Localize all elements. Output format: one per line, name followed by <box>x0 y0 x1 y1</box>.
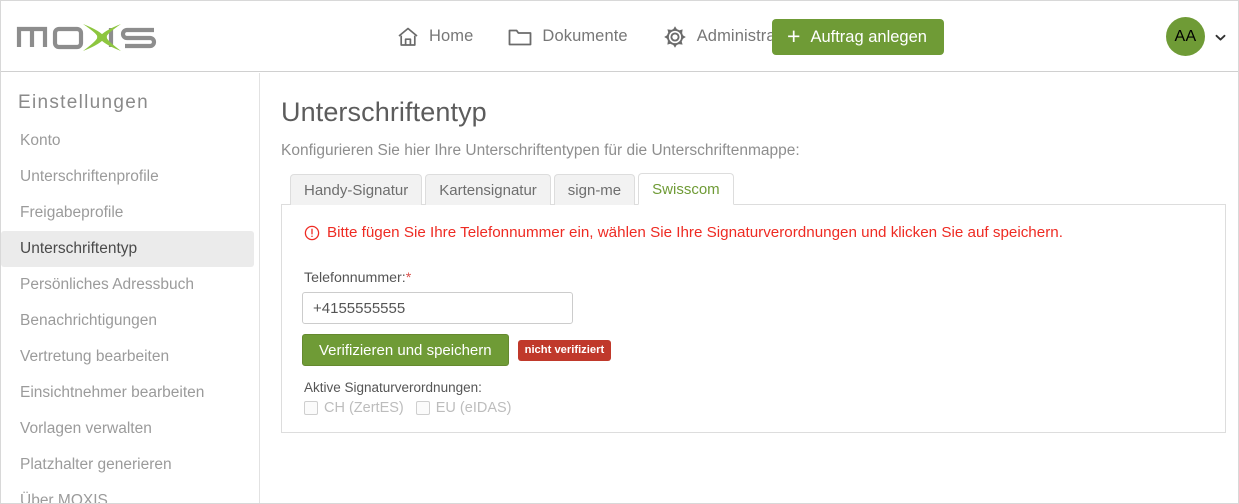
sidebar-item-freigabeprofile[interactable]: Freigabeprofile <box>1 195 259 231</box>
sidebar-item-vorlagen[interactable]: Vorlagen verwalten <box>1 411 259 447</box>
alert-text: Bitte fügen Sie Ihre Telefonnummer ein, … <box>327 224 1063 241</box>
checkbox-label-eu: EU (eIDAS) <box>435 400 512 416</box>
folder-icon <box>507 25 533 49</box>
tab-kartensignatur[interactable]: Kartensignatur <box>425 174 551 205</box>
sidebar-item-vertretung[interactable]: Vertretung bearbeiten <box>1 339 259 375</box>
moxis-logo-mark <box>16 24 157 51</box>
gear-icon <box>662 24 688 50</box>
sidebar-item-ueber-moxis[interactable]: Über MOXIS <box>1 483 259 503</box>
checkbox-box-eu[interactable] <box>415 401 430 415</box>
chevron-down-icon[interactable] <box>1214 31 1226 43</box>
tab-handy-signatur[interactable]: Handy-Signatur <box>290 174 423 205</box>
sidebar-title: Einstellungen <box>18 92 149 113</box>
sidebar-item-unterschriftenprofile[interactable]: Unterschriftenprofile <box>1 159 259 195</box>
settings-sidebar: Einstellungen Konto Unterschriftenprofil… <box>1 73 260 503</box>
phone-label-text: Telefonnummer: <box>304 270 406 286</box>
exclamation-circle-icon <box>304 225 320 241</box>
sidebar-item-unterschriftentyp[interactable]: Unterschriftentyp <box>1 231 254 267</box>
checkbox-label-ch: CH (ZertES) <box>324 400 404 416</box>
top-header: Home Dokumente Administration + Auftrag … <box>1 1 1238 72</box>
tab-panel-swisscom: Bitte fügen Sie Ihre Telefonnummer ein, … <box>281 205 1226 433</box>
page-subtitle: Konfigurieren Sie hier Ihre Unterschrift… <box>281 142 800 159</box>
moxis-logo[interactable] <box>15 15 165 57</box>
tab-list: Handy-Signatur Kartensignatur sign-me Sw… <box>281 172 1226 205</box>
home-icon <box>396 25 420 49</box>
main-content: Unterschriftentyp Konfigurieren Sie hier… <box>261 73 1238 503</box>
checkbox-box-ch[interactable] <box>304 401 318 415</box>
regulations-label: Aktive Signaturverordnungen: <box>304 380 482 395</box>
verify-row: Verifizieren und speichern nicht verifiz… <box>302 334 1205 366</box>
required-marker: * <box>405 270 412 286</box>
user-menu[interactable]: AA <box>1166 17 1226 56</box>
nav-label-home: Home <box>429 27 474 45</box>
nav-item-home[interactable]: Home <box>379 1 490 72</box>
checkbox-eu-eidas[interactable]: EU (eIDAS) <box>415 400 512 416</box>
sidebar-item-benachrichtigungen[interactable]: Benachrichtigungen <box>1 303 259 339</box>
sidebar-item-adressbuch[interactable]: Persönliches Adressbuch <box>1 267 259 303</box>
app-window: Home Dokumente Administration + Auftrag … <box>0 0 1239 504</box>
regulations-row: CH (ZertES) EU (eIDAS) <box>304 400 1205 416</box>
create-order-label: Auftrag anlegen <box>810 27 927 46</box>
checkbox-ch-zertes[interactable]: CH (ZertES) <box>304 400 404 416</box>
page-title: Unterschriftentyp <box>281 97 487 127</box>
tab-sign-me[interactable]: sign-me <box>553 174 636 205</box>
sidebar-item-platzhalter[interactable]: Platzhalter generieren <box>1 447 259 483</box>
main-navigation: Home Dokumente Administration <box>379 1 820 72</box>
sidebar-item-einsichtnehmer[interactable]: Einsichtnehmer bearbeiten <box>1 375 259 411</box>
nav-label-dokumente: Dokumente <box>542 27 628 45</box>
nav-item-dokumente[interactable]: Dokumente <box>490 1 644 72</box>
tab-swisscom[interactable]: Swisscom <box>638 173 734 205</box>
verify-and-save-button[interactable]: Verifizieren und speichern <box>302 334 509 366</box>
create-order-button[interactable]: + Auftrag anlegen <box>772 19 944 55</box>
verification-status-badge: nicht verifiziert <box>517 339 612 361</box>
avatar[interactable]: AA <box>1166 17 1205 56</box>
phone-input[interactable] <box>302 292 573 324</box>
plus-icon: + <box>787 22 801 49</box>
tabs-container: Handy-Signatur Kartensignatur sign-me Sw… <box>281 172 1226 433</box>
alert-message: Bitte fügen Sie Ihre Telefonnummer ein, … <box>302 221 1205 241</box>
sidebar-item-konto[interactable]: Konto <box>1 123 259 159</box>
phone-label: Telefonnummer:* <box>304 270 1205 286</box>
